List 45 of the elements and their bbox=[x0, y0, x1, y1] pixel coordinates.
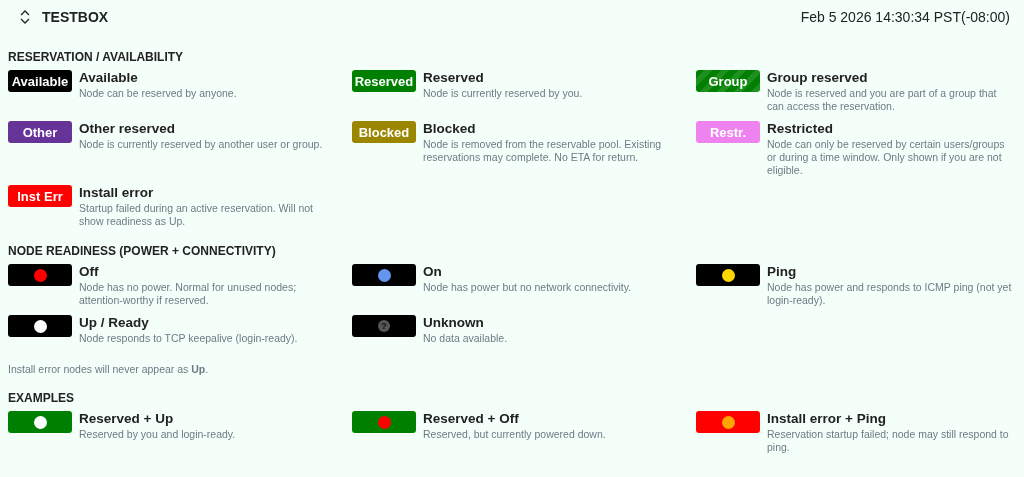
status-description: Node is removed from the reservable pool. Existing reservations may complete. No ETA for return. bbox=[423, 138, 663, 164]
status-description: Node has no power. Normal for unused nodes; attention-worthy if reserved. bbox=[79, 281, 298, 307]
sort-icon[interactable] bbox=[20, 10, 30, 24]
status-description: Node responds to TCP keepalive (login-ready). bbox=[79, 332, 298, 345]
status-description: Node can be reserved by anyone. bbox=[79, 87, 237, 100]
status-badge: Inst Err bbox=[8, 185, 72, 207]
note-text: Install error nodes will never appear as Up. bbox=[8, 363, 210, 375]
status-title: Blocked bbox=[423, 121, 477, 137]
status-title: Unknown bbox=[423, 315, 485, 331]
status-title: Restricted bbox=[767, 121, 835, 137]
section-title: RESERVATION / AVAILABILITY bbox=[8, 50, 185, 64]
status-badge: Other bbox=[8, 121, 72, 143]
status-description: Node can only be reserved by certain users/groups or during a time window. Only shown if you are not eligible. bbox=[767, 138, 1006, 177]
status-title: Install error + Ping bbox=[767, 411, 887, 427]
status-description: Reserved by you and login-ready. bbox=[79, 428, 236, 441]
status-title: Install error bbox=[79, 185, 155, 201]
section-title: NODE READINESS (POWER + CONNECTIVITY) bbox=[8, 244, 277, 258]
status-badge: Available bbox=[8, 70, 72, 92]
status-title: Other reserved bbox=[79, 121, 177, 137]
status-description: Node has power but no network connectivity. bbox=[423, 281, 632, 294]
app-title: TESTBOX bbox=[42, 9, 109, 25]
status-title: Group reserved bbox=[767, 70, 869, 86]
status-title: On bbox=[423, 264, 443, 280]
timestamp: Feb 5 2026 14:30:34 PST(-08:00) bbox=[800, 9, 1010, 25]
status-badge: Group bbox=[696, 70, 760, 92]
status-badge: Blocked bbox=[352, 121, 416, 143]
status-title: Off bbox=[79, 264, 100, 280]
section-title: EXAMPLES bbox=[8, 391, 75, 405]
status-description: Startup failed during an active reservation. Will not show readiness as Up. bbox=[79, 202, 315, 228]
status-description: Node is currently reserved by you. bbox=[423, 87, 583, 100]
status-title: Reserved + Off bbox=[423, 411, 520, 427]
status-description: Node is currently reserved by another user or group. bbox=[79, 138, 323, 151]
status-title: Up / Ready bbox=[79, 315, 150, 331]
status-badge: Reserved bbox=[352, 70, 416, 92]
status-description: No data available. bbox=[423, 332, 508, 345]
status-description: Node is reserved and you are part of a group that can access the reservation. bbox=[767, 87, 998, 113]
status-title: Reserved bbox=[423, 70, 485, 86]
status-title: Reserved + Up bbox=[79, 411, 175, 427]
status-description: Reservation startup failed; node may still respond to ping. bbox=[767, 428, 1010, 454]
question-icon: ? bbox=[378, 320, 390, 332]
status-title: Available bbox=[79, 70, 139, 86]
status-title: Ping bbox=[767, 264, 798, 280]
status-description: Reserved, but currently powered down. bbox=[423, 428, 606, 441]
status-badge: Restr. bbox=[696, 121, 760, 143]
status-description: Node has power and responds to ICMP ping (not yet login-ready). bbox=[767, 281, 1013, 307]
